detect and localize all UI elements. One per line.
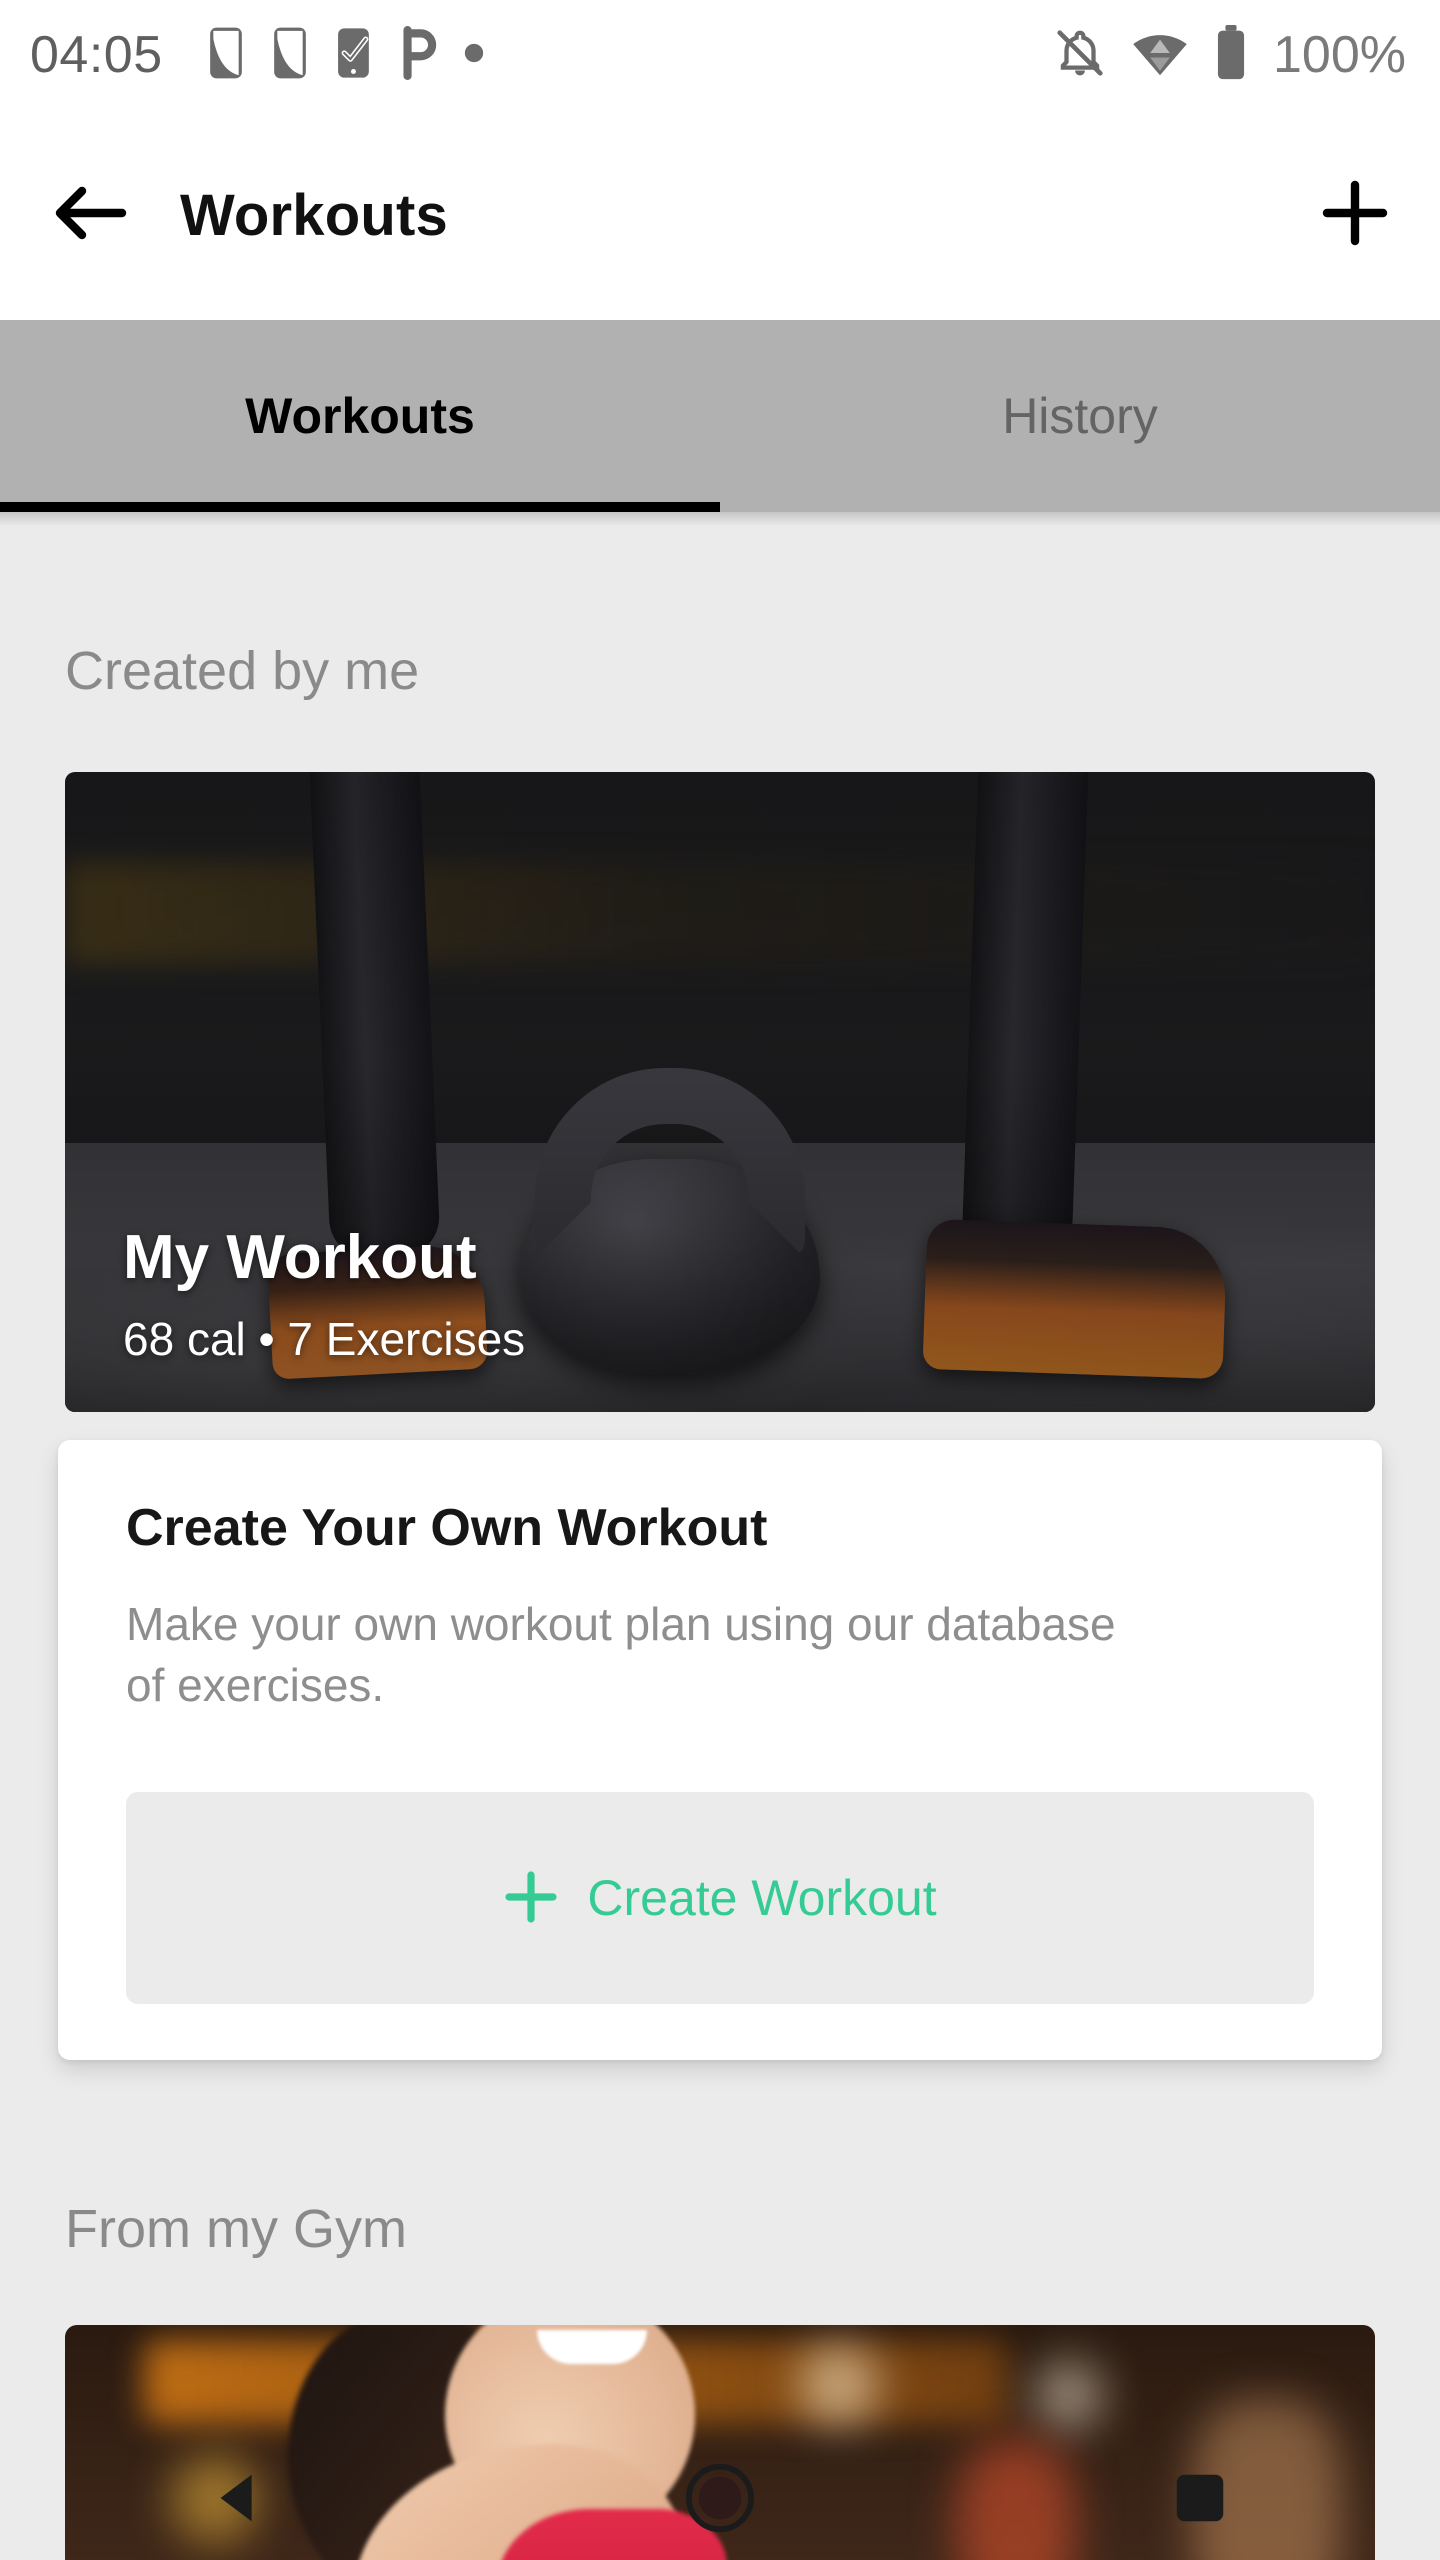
add-workout-button[interactable] [1270, 177, 1440, 254]
page-title: Workouts [180, 182, 448, 248]
image-bokeh-light [798, 2344, 879, 2425]
create-workout-button-label: Create Workout [587, 1870, 937, 1926]
image-person-smile [536, 2329, 647, 2364]
notifications-off-icon [1053, 26, 1107, 85]
p-letter-icon [401, 25, 437, 85]
tab-workouts[interactable]: Workouts [0, 320, 720, 512]
app-screen: 04:05 100% Workouts Workouts History Cre… [0, 0, 1440, 2560]
workout-card-text: My Workout 68 cal • 7 Exercises [123, 1222, 526, 1366]
wifi-data-icon [1131, 26, 1189, 85]
section-header-from-my-gym: From my Gym [65, 2199, 407, 2259]
sim-card-icon [271, 25, 309, 86]
back-arrow-icon [52, 181, 128, 250]
tab-workouts-label: Workouts [245, 388, 475, 444]
status-bar-right-icons: 100% [1053, 24, 1406, 86]
section-header-created-by-me: Created by me [65, 641, 420, 701]
status-bar-clock: 04:05 [30, 26, 163, 84]
status-bar: 04:05 100% [0, 0, 1440, 110]
create-workout-button[interactable]: Create Workout [126, 1792, 1314, 2004]
dot-icon [463, 42, 485, 69]
gym-workout-card[interactable] [65, 2325, 1375, 2560]
plus-icon [503, 1869, 559, 1928]
plus-icon [1319, 177, 1391, 254]
workout-card-title: My Workout [123, 1222, 477, 1292]
create-your-own-workout-card: Create Your Own Workout Make your own wo… [58, 1440, 1382, 2060]
workout-card-subtitle: 68 cal • 7 Exercises [123, 1313, 526, 1365]
tab-history-label: History [1002, 388, 1158, 444]
tab-active-indicator [0, 502, 720, 512]
image-bokeh-light [955, 2439, 1076, 2560]
sim-card-icon [207, 25, 245, 86]
image-bokeh-light [1034, 2359, 1105, 2430]
app-bar: Workouts [0, 110, 1440, 320]
status-bar-left-icons [207, 25, 485, 86]
image-bokeh-light [169, 2453, 260, 2544]
battery-full-icon [1213, 24, 1249, 86]
content-scroll-area[interactable]: Created by me My Workout 68 cal • 7 Exer… [0, 512, 1440, 2560]
workout-card-my-workout[interactable]: My Workout 68 cal • 7 Exercises [65, 772, 1375, 1412]
gym-card-image [65, 2325, 1375, 2560]
create-card-title: Create Your Own Workout [126, 1499, 768, 1557]
battery-percentage-label: 100% [1273, 26, 1406, 84]
image-bokeh-light [1191, 2399, 1342, 2560]
tab-bar: Workouts History [0, 320, 1440, 512]
tab-history[interactable]: History [720, 320, 1440, 512]
back-button[interactable] [0, 181, 180, 250]
phone-check-icon [335, 25, 375, 86]
create-card-description: Make your own workout plan using our dat… [126, 1598, 1116, 1711]
